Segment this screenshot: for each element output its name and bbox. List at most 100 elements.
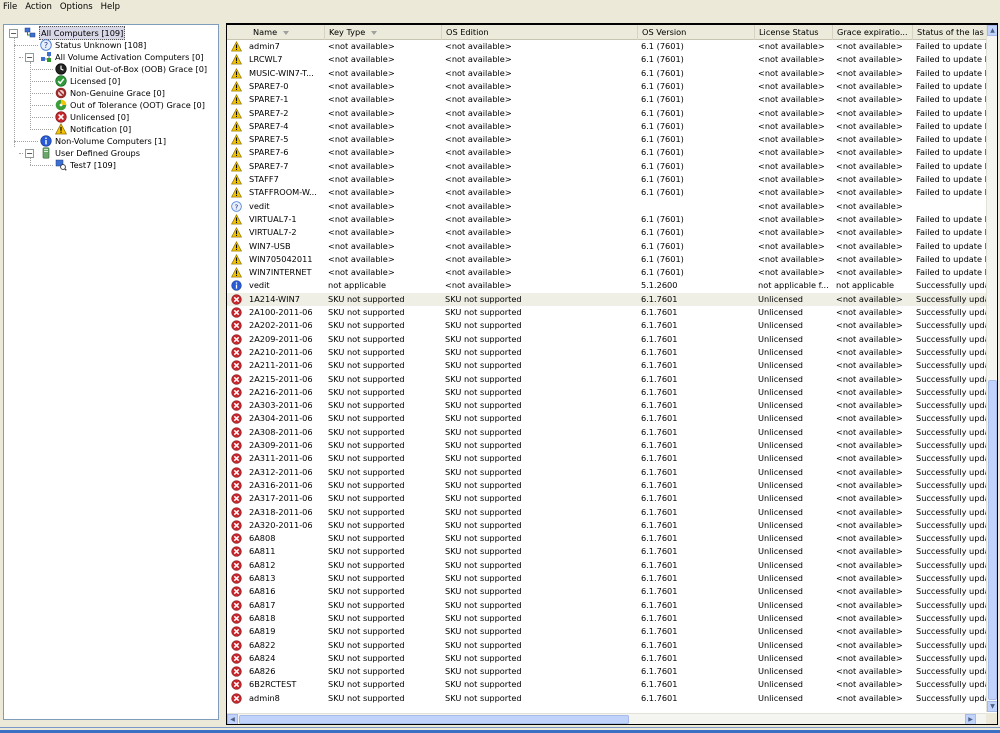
table-row[interactable]: SPARE7-4 <not available> <not available> 6.… bbox=[227, 120, 987, 133]
table-row[interactable]: 2A318-2011-06 SKU not supported SKU not su… bbox=[227, 506, 990, 519]
table-row[interactable]: VIRTUAL7-1 <not available> <not available>… bbox=[227, 213, 987, 226]
column-header[interactable]: Grace expiratio... bbox=[833, 25, 913, 40]
error-icon bbox=[231, 466, 242, 478]
warning-icon bbox=[231, 94, 242, 105]
table-row[interactable]: 6A811 SKU not supported SKU not supported 6… bbox=[227, 545, 990, 558]
table-row[interactable]: 2A215-2011-06 SKU not supported SKU not su… bbox=[227, 373, 990, 386]
cell-edition: <not available> bbox=[445, 107, 512, 118]
table-row[interactable]: vedit not applicable <not available> 5.1.26… bbox=[227, 279, 990, 292]
table-row[interactable]: 6A813 SKU not supported SKU not supported 6… bbox=[227, 572, 990, 585]
vertical-scrollbar[interactable]: ▲ ▼ bbox=[986, 25, 997, 712]
table-row[interactable]: SPARE7-6 <not available> <not available> 6.… bbox=[227, 146, 987, 159]
tree-node[interactable]: Non-Genuine Grace [0] bbox=[55, 87, 165, 99]
table-row[interactable]: SPARE7-0 <not available> <not available> 6.… bbox=[227, 80, 987, 93]
table-row[interactable]: 2A316-2011-06 SKU not supported SKU not su… bbox=[227, 479, 990, 492]
computer-list-pane[interactable]: Name Key Type OS Edition OS Version License … bbox=[226, 23, 998, 725]
warning-icon bbox=[231, 253, 242, 265]
cell-status: Successfully upda bbox=[916, 506, 990, 517]
tree-collapse-icon[interactable]: − bbox=[25, 52, 34, 62]
table-row[interactable]: STAFF7 <not available> <not available> 6.1 … bbox=[227, 173, 987, 186]
table-row[interactable]: SPARE7-1 <not available> <not available> 6.… bbox=[227, 93, 987, 106]
table-row[interactable]: admin8 SKU not supported SKU not supported… bbox=[227, 692, 990, 705]
table-row[interactable]: VIRTUAL7-2 <not available> <not available>… bbox=[227, 226, 987, 239]
tree-collapse-icon[interactable]: − bbox=[25, 148, 34, 158]
table-row[interactable]: 2A317-2011-06 SKU not supported SKU not su… bbox=[227, 492, 990, 505]
table-row[interactable]: 6A822 SKU not supported SKU not supported 6… bbox=[227, 639, 990, 652]
table-row[interactable]: 2A211-2011-06 SKU not supported SKU not su… bbox=[227, 359, 990, 372]
vertical-scroll-thumb[interactable] bbox=[988, 380, 997, 700]
tree-node[interactable]: Licensed [0] bbox=[55, 75, 120, 87]
table-row[interactable]: 2A311-2011-06 SKU not supported SKU not su… bbox=[227, 452, 990, 465]
cell-license: Unlicensed bbox=[758, 652, 803, 663]
table-row[interactable]: admin7 <not available> <not available> 6.1 … bbox=[227, 40, 987, 53]
table-row[interactable]: 2A308-2011-06 SKU not supported SKU not su… bbox=[227, 426, 990, 439]
table-row[interactable]: 2A209-2011-06 SKU not supported SKU not su… bbox=[227, 333, 990, 346]
menu-options[interactable]: Options bbox=[56, 0, 97, 14]
tree-node[interactable]: All Computers [109] bbox=[24, 26, 126, 40]
table-row[interactable]: 2A312-2011-06 SKU not supported SKU not su… bbox=[227, 466, 990, 479]
table-row[interactable]: WIN7-USB <not available> <not available> 6.… bbox=[227, 240, 987, 253]
cell-grace: <not available> bbox=[836, 546, 903, 557]
tree-node[interactable]: User Defined Groups bbox=[40, 147, 140, 159]
table-row[interactable]: 2A303-2011-06 SKU not supported SKU not su… bbox=[227, 399, 990, 412]
table-row[interactable]: 6A819 SKU not supported SKU not supported 6… bbox=[227, 625, 990, 638]
table-row[interactable]: 6A812 SKU not supported SKU not supported 6… bbox=[227, 559, 990, 572]
table-row[interactable]: 6A816 SKU not supported SKU not supported 6… bbox=[227, 585, 990, 598]
table-row[interactable]: 6B2RCTEST SKU not supported SKU not suppor… bbox=[227, 678, 990, 691]
tree-node[interactable]: Out of Tolerance (OOT) Grace [0] bbox=[55, 99, 205, 111]
tree-node[interactable]: Unlicensed [0] bbox=[55, 111, 129, 123]
tree-node[interactable]: All Volume Activation Computers [0] bbox=[40, 51, 204, 63]
scroll-up-icon[interactable]: ▲ bbox=[987, 25, 997, 36]
table-row[interactable]: 2A320-2011-06 SKU not supported SKU not su… bbox=[227, 519, 990, 532]
table-row[interactable]: SPARE7-7 <not available> <not available> 6.… bbox=[227, 160, 987, 173]
tree-node[interactable]: Test7 [109] bbox=[55, 159, 116, 171]
scroll-right-icon[interactable]: ▶ bbox=[965, 714, 976, 724]
search-group-icon bbox=[55, 159, 67, 171]
column-header[interactable]: Name bbox=[227, 25, 325, 40]
cell-grace: <not available> bbox=[836, 533, 903, 544]
tree-connector-line bbox=[19, 57, 23, 58]
menu-action[interactable]: Action bbox=[21, 0, 56, 14]
table-row[interactable]: 2A309-2011-06 SKU not supported SKU not su… bbox=[227, 439, 990, 452]
table-row[interactable]: STAFFROOM-W... <not available> <not availa… bbox=[227, 186, 987, 199]
table-row[interactable]: SPARE7-5 <not available> <not available> 6.… bbox=[227, 133, 987, 146]
column-header[interactable]: License Status bbox=[755, 25, 833, 40]
cell-license: Unlicensed bbox=[758, 479, 803, 490]
table-row[interactable]: 1A214-WIN7 SKU not supported SKU not suppo… bbox=[227, 292, 990, 306]
tree-node[interactable]: Non-Volume Computers [1] bbox=[40, 135, 166, 147]
table-row[interactable]: 6A817 SKU not supported SKU not supported 6… bbox=[227, 599, 990, 612]
table-row[interactable]: SPARE7-2 <not available> <not available> 6.… bbox=[227, 107, 987, 120]
table-row[interactable]: 2A202-2011-06 SKU not supported SKU not su… bbox=[227, 319, 990, 332]
table-row[interactable]: LRCWL7 <not available> <not available> 6.1 … bbox=[227, 53, 987, 66]
column-header[interactable]: OS Version bbox=[638, 25, 755, 40]
scroll-down-icon[interactable]: ▼ bbox=[987, 701, 997, 712]
table-row[interactable]: 6A818 SKU not supported SKU not supported 6… bbox=[227, 612, 990, 625]
table-row[interactable]: WIN705042011 <not available> <not availabl… bbox=[227, 253, 987, 266]
table-row[interactable]: 6A826 SKU not supported SKU not supported 6… bbox=[227, 665, 990, 678]
table-row[interactable]: MUSIC-WIN7-T... <not available> <not avail… bbox=[227, 67, 987, 80]
horizontal-scrollbar[interactable]: ◀ ▶ bbox=[227, 713, 987, 724]
table-row[interactable]: WIN7INTERNET <not available> <not availabl… bbox=[227, 266, 987, 279]
table-row[interactable]: 6A808 SKU not supported SKU not supported 6… bbox=[227, 532, 990, 545]
column-header[interactable]: OS Edition bbox=[442, 25, 638, 40]
tree-node[interactable]: Notification [0] bbox=[55, 123, 131, 135]
tree-node[interactable]: ? Status Unknown [108] bbox=[40, 39, 146, 51]
table-row[interactable]: 2A304-2011-06 SKU not supported SKU not su… bbox=[227, 412, 990, 425]
scroll-left-icon[interactable]: ◀ bbox=[227, 714, 238, 724]
column-header[interactable]: Status of the las bbox=[913, 25, 993, 40]
menu-file[interactable]: File bbox=[0, 0, 21, 14]
table-row[interactable]: 2A216-2011-06 SKU not supported SKU not su… bbox=[227, 386, 990, 399]
tree-collapse-icon[interactable]: − bbox=[9, 28, 18, 38]
menu-help[interactable]: Help bbox=[97, 0, 124, 14]
table-row[interactable]: 2A210-2011-06 SKU not supported SKU not su… bbox=[227, 346, 990, 359]
cell-key: <not available> bbox=[328, 147, 395, 158]
table-row[interactable]: 6A824 SKU not supported SKU not supported 6… bbox=[227, 652, 990, 665]
tree-node[interactable]: Initial Out-of-Box (OOB) Grace [0] bbox=[55, 63, 207, 75]
table-row[interactable]: 2A100-2011-06 SKU not supported SKU not su… bbox=[227, 306, 990, 319]
table-row[interactable]: ? vedit <not available> <not available> <not… bbox=[227, 200, 987, 213]
cell-edition: <not available> bbox=[445, 174, 512, 184]
computer-tree-pane[interactable]: − All Computers [109]? Status Unknown [108… bbox=[3, 24, 219, 720]
cell-status: Failed to update I bbox=[916, 253, 988, 264]
column-header[interactable]: Key Type bbox=[325, 25, 442, 40]
horizontal-scroll-thumb[interactable] bbox=[239, 715, 629, 724]
